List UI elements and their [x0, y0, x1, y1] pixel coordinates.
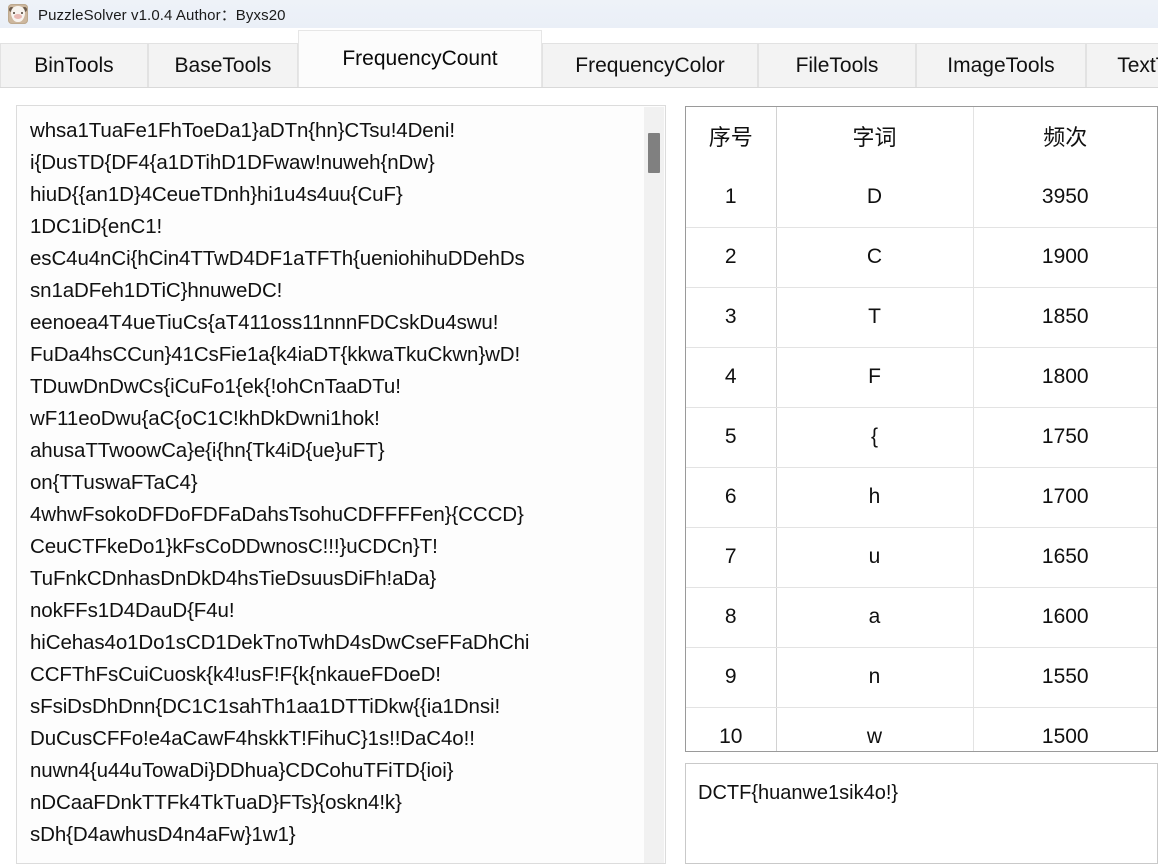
result-output[interactable]: DCTF{huanwe1sik4o!}	[685, 763, 1158, 864]
cell-count: 1600	[973, 587, 1157, 648]
ciphertext-line: whsa1TuaFe1FhToeDa1}aDTn{hn}CTsu!4Deni!	[30, 119, 455, 142]
ciphertext-line: 1DC1iD{enC1!	[30, 215, 163, 238]
ciphertext-line: TuFnkCDnhasDnDkD4hsTieDsuusDiFh!aDa}	[30, 567, 437, 590]
cell-index: 5	[686, 407, 777, 468]
scrollbar-thumb[interactable]	[648, 133, 660, 173]
ciphertext-line: nuwn4{u44uTowaDi}DDhua}CDCohuTFiTD{ioi}	[30, 759, 454, 782]
table-row[interactable]: 10 w 1500	[686, 707, 1157, 751]
ciphertext-line: esC4u4nCi{hCin4TTwD4DF1aTFTh{ueniohihuDD…	[30, 247, 525, 270]
ciphertext-line: ahusaTTwoowCa}e{i{hn{Tk4iD{ue}uFT}	[30, 439, 385, 462]
cell-count: 1550	[973, 647, 1157, 708]
window-title: PuzzleSolver v1.0.4 Author：Byxs20	[38, 6, 286, 24]
cell-index: 6	[686, 467, 777, 528]
ciphertext-line: sFsiDsDhDnn{DC1C1sahTh1aa1DTTiDkw{{ia1Dn…	[30, 695, 501, 718]
ciphertext-line: sDh{D4awhusD4n4aFw}1w1}	[30, 823, 296, 846]
column-header-count: 频次	[1043, 125, 1088, 150]
cell-index: 3	[686, 287, 777, 348]
tab-strip: BinTools BaseTools FrequencyCount Frequency…	[0, 28, 1158, 88]
ciphertext-line: hiuD{{an1D}4CeueTDnh}hi1u4s4uu{CuF}	[30, 183, 403, 206]
ciphertext-line: i{DusTD{DF4{a1DTihD1DFwaw!nuweh{nDw}	[30, 151, 435, 174]
ciphertext-line: 4whwFsokoDFDoFDFaDahsTsohuCDFFFFen}{CCCD…	[30, 503, 524, 526]
cell-index: 8	[686, 587, 777, 648]
ciphertext-line: nDCaaFDnkTTFk4TkTuaD}FTs}{oskn4!k}	[30, 791, 402, 814]
column-header-index: 序号	[686, 107, 777, 167]
cell-count: 3950	[973, 167, 1157, 228]
ciphertext-line: TDuwDnDwCs{iCuFo1{ek{!ohCnTaaDTu!	[30, 375, 401, 398]
cell-token: h	[776, 467, 974, 528]
cell-token: D	[776, 167, 974, 228]
tab-basetools[interactable]: BaseTools	[148, 43, 298, 87]
tab-filetools[interactable]: FileTools	[758, 43, 916, 87]
tab-bintools[interactable]: BinTools	[0, 43, 148, 87]
cell-token: T	[776, 287, 974, 348]
table-row[interactable]: 1 D 3950	[686, 167, 1157, 228]
table-row[interactable]: 9 n 1550	[686, 647, 1157, 708]
ciphertext-line: FuDa4hsCCun}41CsFie1a{k4iaDT{kkwaTkuCkwn…	[30, 343, 521, 366]
icon-muzzle	[14, 14, 22, 19]
icon-eye-right	[21, 12, 23, 14]
ciphertext-line: on{TTuswaFTaC4}	[30, 471, 198, 494]
cell-index: 1	[686, 167, 777, 228]
cell-count: 1500	[1041, 725, 1089, 749]
tab-frequencycolor[interactable]: FrequencyColor	[542, 43, 758, 87]
table-row[interactable]: 4 F 1800	[686, 347, 1157, 408]
cell-index: 7	[686, 527, 777, 588]
title-bar: PuzzleSolver v1.0.4 Author：Byxs20	[0, 0, 1158, 28]
ciphertext-line: wF11eoDwu{aC{oC1C!khDkDwni1hok!	[30, 407, 380, 430]
ciphertext-line: nokFFs1D4DauD{F4u!	[30, 599, 235, 622]
cell-token: u	[776, 527, 974, 588]
result-text: DCTF{huanwe1sik4o!}	[698, 782, 899, 804]
ciphertext-line: hiCehas4o1Do1sCD1DekTnoTwhD4sDwCseFFaDhC…	[30, 631, 530, 654]
cell-token: n	[776, 647, 974, 708]
frequency-table: 序号 字词 频次 1 D 3950 2 C 1900 3 T 1850 4 F 1800 5{1750 6…	[686, 107, 1157, 751]
table-row[interactable]: 3 T 1850	[686, 287, 1157, 348]
tab-imagetools[interactable]: ImageTools	[916, 43, 1086, 87]
cell-count: 1850	[973, 287, 1157, 348]
cell-token: {	[776, 407, 974, 468]
table-row[interactable]: 2 C 1900	[686, 227, 1157, 288]
table-row[interactable]: 6 h 1700	[686, 467, 1157, 528]
cell-index: 4	[686, 347, 777, 408]
table-row[interactable]: 7 u 1650	[686, 527, 1157, 588]
cell-count: 1750	[973, 407, 1157, 468]
ciphertext-lines: whsa1TuaFe1FhToeDa1}aDTn{hn}CTsu!4Deni! i…	[30, 115, 660, 851]
ciphertext-line: CeuCTFkeDo1}kFsCoDDwnosC!!!}uCDCn}T!	[30, 535, 438, 558]
cell-token: w	[776, 707, 974, 751]
table-row[interactable]: 5{1750	[686, 407, 1157, 468]
cell-index: 2	[686, 227, 777, 288]
cell-token: a	[776, 587, 974, 648]
ciphertext-line: eenoea4T4ueTiuCs{aT411oss11nnnFDCskDu4sw…	[30, 311, 499, 334]
cell-token: F	[776, 347, 974, 408]
ciphertext-line: sn1aDFeh1DTiC}hnuweDC!	[30, 279, 283, 302]
vertical-scrollbar[interactable]	[644, 107, 664, 863]
table-row[interactable]: 8 a 1600	[686, 587, 1157, 648]
cell-count: 1650	[973, 527, 1157, 588]
cell-index: 10	[686, 707, 777, 751]
ciphertext-line: DuCusCFFo!e4aCawF4hskkT!FihuC}1s!!DaC4o!…	[30, 727, 475, 750]
table-header-row: 序号 字词 频次	[686, 107, 1157, 167]
cell-token: C	[776, 227, 974, 288]
cell-count: 1900	[973, 227, 1157, 288]
tab-texttools[interactable]: TextTools	[1086, 43, 1158, 87]
cell-index: 9	[686, 647, 777, 708]
ciphertext-input[interactable]: whsa1TuaFe1FhToeDa1}aDTn{hn}CTsu!4Deni! i…	[16, 105, 666, 864]
cell-count: 1700	[973, 467, 1157, 528]
frequency-table-panel: 序号 字词 频次 1 D 3950 2 C 1900 3 T 1850 4 F 1800 5{1750 6…	[685, 106, 1158, 752]
cell-count: 1800	[973, 347, 1157, 408]
ciphertext-line: CCFThFsCuiCuosk{k4!usF!F{k{nkaueFDoeD!	[30, 663, 441, 686]
sheep-app-icon	[8, 4, 28, 24]
column-header-token: 字词	[776, 107, 974, 167]
tab-frequencycount[interactable]: FrequencyCount	[298, 30, 542, 87]
